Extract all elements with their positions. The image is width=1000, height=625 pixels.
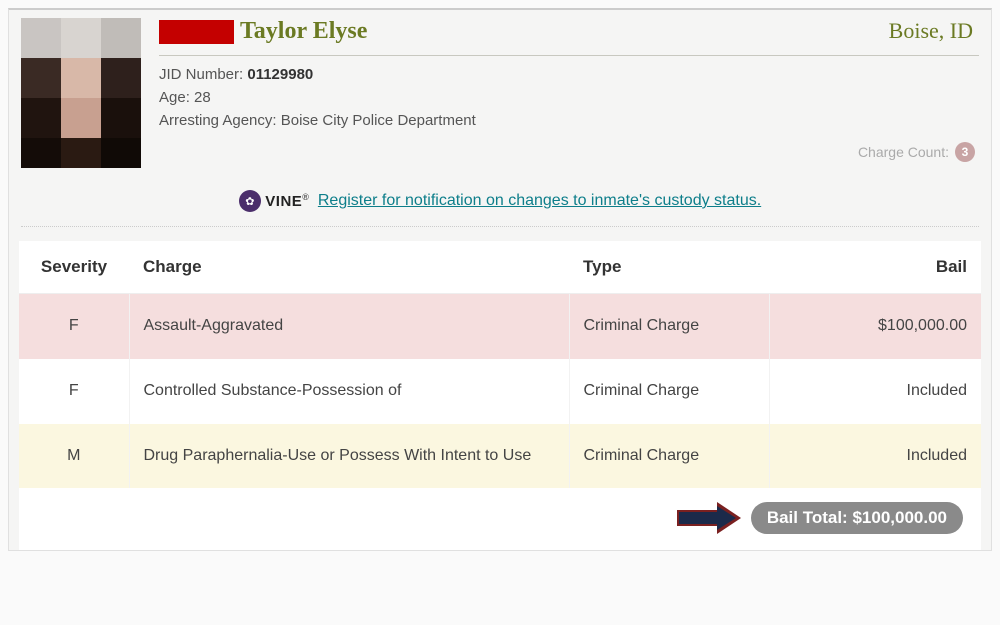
header-info: Taylor Elyse Boise, ID JID Number: 01129… (141, 18, 979, 168)
cell-bail: Included (769, 424, 981, 489)
age-line: Age: 28 (159, 89, 979, 106)
cell-severity: M (19, 424, 129, 489)
table-row: F Assault-Aggravated Criminal Charge $10… (19, 294, 981, 359)
bail-total-pill: Bail Total: $100,000.00 (751, 502, 963, 534)
charge-count: Charge Count: 3 (858, 142, 975, 162)
col-type: Type (569, 241, 769, 294)
jid-value: 01129980 (247, 66, 313, 83)
cell-type: Criminal Charge (569, 294, 769, 359)
agency-value: Boise City Police Department (281, 112, 476, 129)
cell-type: Criminal Charge (569, 359, 769, 424)
inmate-card: Taylor Elyse Boise, ID JID Number: 01129… (8, 8, 992, 551)
charge-count-label: Charge Count: (858, 144, 949, 160)
inmate-name: Taylor Elyse (240, 18, 367, 45)
cell-charge: Assault-Aggravated (129, 294, 569, 359)
col-charge: Charge (129, 241, 569, 294)
arrow-icon (677, 504, 741, 532)
total-row: Bail Total: $100,000.00 (19, 488, 981, 550)
redacted-block (159, 20, 234, 44)
jid-label: JID Number: (159, 66, 247, 83)
bail-total-value: $100,000.00 (852, 508, 947, 527)
cell-severity: F (19, 359, 129, 424)
vine-brand: VINE® (265, 193, 309, 210)
header-row: Taylor Elyse Boise, ID JID Number: 01129… (9, 10, 991, 180)
age-label: Age: (159, 89, 194, 106)
name-row: Taylor Elyse Boise, ID (159, 18, 979, 56)
col-bail: Bail (769, 241, 981, 294)
inmate-photo (21, 18, 141, 168)
vine-row: ✿ VINE® Register for notification on cha… (21, 180, 979, 227)
table-row: M Drug Paraphernalia-Use or Possess With… (19, 424, 981, 489)
cell-bail: Included (769, 359, 981, 424)
col-severity: Severity (19, 241, 129, 294)
agency-label: Arresting Agency: (159, 112, 281, 129)
agency-line: Arresting Agency: Boise City Police Depa… (159, 112, 979, 129)
charge-count-badge: 3 (955, 142, 975, 162)
table-row: F Controlled Substance-Possession of Cri… (19, 359, 981, 424)
charges-table: Severity Charge Type Bail F Assault-Aggr… (19, 241, 981, 488)
vine-link[interactable]: Register for notification on changes to … (318, 192, 761, 209)
bail-total-label: Bail Total: (767, 508, 853, 527)
jid-line: JID Number: 01129980 (159, 66, 979, 83)
table-header-row: Severity Charge Type Bail (19, 241, 981, 294)
cell-severity: F (19, 294, 129, 359)
cell-bail: $100,000.00 (769, 294, 981, 359)
cell-type: Criminal Charge (569, 424, 769, 489)
vine-icon: ✿ (239, 190, 261, 212)
cell-charge: Controlled Substance-Possession of (129, 359, 569, 424)
cell-charge: Drug Paraphernalia-Use or Possess With I… (129, 424, 569, 489)
age-value: 28 (194, 89, 211, 106)
location: Boise, ID (889, 18, 979, 44)
